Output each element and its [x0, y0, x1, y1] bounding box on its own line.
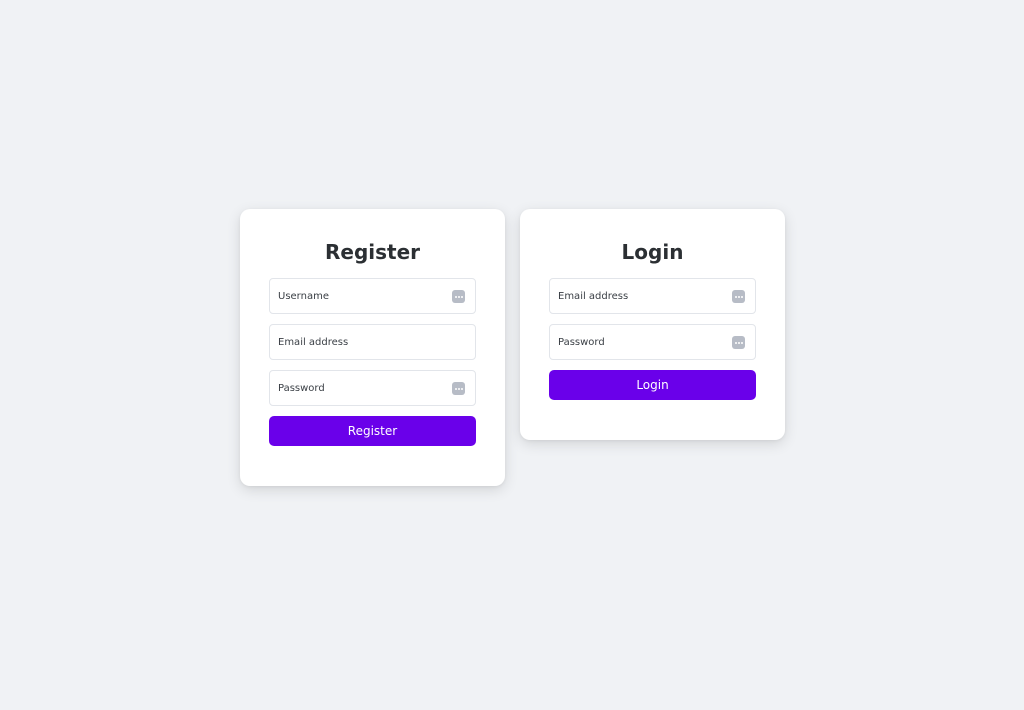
register-card: Register Register — [240, 209, 505, 486]
register-password-field-wrapper — [269, 370, 476, 406]
login-password-input[interactable] — [550, 325, 755, 359]
register-password-input[interactable] — [270, 371, 475, 405]
login-button[interactable]: Login — [549, 370, 756, 400]
register-title: Register — [324, 240, 421, 264]
register-email-input[interactable] — [270, 325, 475, 359]
login-card: Login Login — [520, 209, 785, 440]
password-manager-icon[interactable] — [452, 290, 465, 303]
login-password-field-wrapper — [549, 324, 756, 360]
login-title: Login — [621, 240, 684, 264]
password-manager-icon[interactable] — [452, 382, 465, 395]
register-email-field-wrapper — [269, 324, 476, 360]
username-field-wrapper — [269, 278, 476, 314]
login-email-input[interactable] — [550, 279, 755, 313]
register-form: Register — [269, 278, 476, 446]
password-manager-icon[interactable] — [732, 336, 745, 349]
username-input[interactable] — [270, 279, 475, 313]
login-form: Login — [549, 278, 756, 400]
page: Register Register Login — [0, 0, 1024, 710]
register-button[interactable]: Register — [269, 416, 476, 446]
password-manager-icon[interactable] — [732, 290, 745, 303]
login-email-field-wrapper — [549, 278, 756, 314]
